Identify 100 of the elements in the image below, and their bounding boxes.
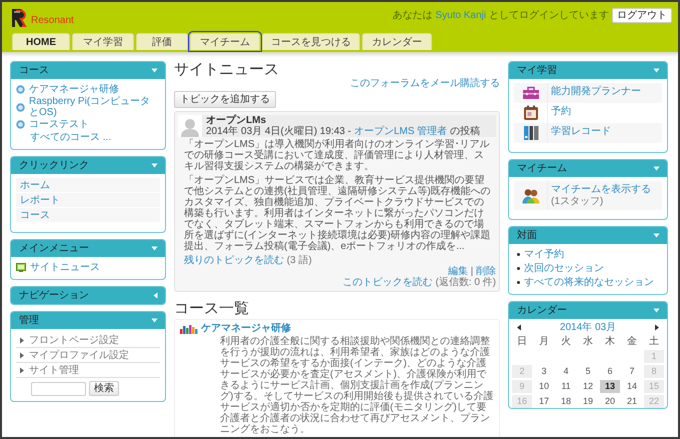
post-text: 「オープンLMS」サービスでは企業、教育サービス提供機関の要望で他システムとの連携(社員管理、遠隔研修システム等)既存機能へのカスタマイズ、独自機能追加、プライベートクラウドサービスでの構築も行います。利用者はインターネットに繋がったパソコンだけでなく、タブレット端末、スマートフォンからも利用できるので場所を選ばずに(インターネット接続環境は必要)研修内容の理解や課題提出、フォーラム投稿(電子会議)、eポートフォリオの作成を... <box>184 175 492 252</box>
calendar-day[interactable]: 12 <box>578 380 598 393</box>
all-courses-link[interactable]: すべてのコース ... <box>30 132 112 143</box>
expand-icon[interactable] <box>153 292 158 299</box>
course-description: 利用者の介護全般に関する相談援助や関係機関との連絡調整を行うが援助の流れは、利用希望者、家族はどのような介護サービスの希望をするか面接(インテーク)、どのような介護サービスが必要かを査定(アセスメント)、介護保険が利用できるようにサービス計画、個別支援計画を作成(プランニング)する。そしてサービスの利用開始後も提供されている介護サービスが適切か否かを定期的に評価(モニタリング)して要介護者と介護者の状況に合わせて再びアセスメント、プランニングをおこなう。 <box>220 336 494 435</box>
calendar-icon <box>522 105 538 121</box>
admin-menu-item[interactable]: フロントページ設定 <box>29 334 119 346</box>
calendar-day[interactable]: 6 <box>600 365 620 378</box>
calendar-day[interactable]: 13 <box>600 380 620 393</box>
next-month-icon[interactable] <box>654 324 660 331</box>
login-text: あなたは <box>392 10 432 21</box>
avatar-icon <box>180 117 200 137</box>
post-text: 「オープンLMS」は導入機関が利用者向けのオンライン学習･リアルでの研修コース受講において達成度、評価管理により人材管理、スキル習得支援システムの構築ができます。 <box>184 139 491 172</box>
weekday-label: 土 <box>648 336 660 348</box>
collapse-icon[interactable] <box>151 318 158 323</box>
calendar-day[interactable]: 4 <box>556 365 576 378</box>
bullet-icon <box>517 253 520 256</box>
subscribe-link[interactable]: このフォーラムをメール購読する <box>350 78 500 89</box>
block-title: コース <box>19 65 49 76</box>
nav-tab[interactable]: 評価 <box>136 33 188 50</box>
block-title: カレンダー <box>517 305 567 316</box>
quick-link[interactable]: コース <box>16 208 160 223</box>
calendar-day[interactable]: 22 <box>644 395 664 408</box>
calendar-day[interactable]: 11 <box>556 380 576 393</box>
session-link[interactable]: マイ予約 <box>524 249 564 260</box>
block-title: 管理 <box>19 315 39 326</box>
nav-tab[interactable]: マイ学習 <box>72 33 134 50</box>
course-link[interactable]: コーステスト <box>29 119 89 130</box>
bullet-icon <box>517 267 520 270</box>
team-link[interactable]: マイチームを表示する <box>551 184 659 195</box>
previous-month-icon[interactable] <box>516 324 522 331</box>
nav-tab[interactable]: HOME <box>12 33 70 50</box>
calendar-day[interactable]: 8 <box>644 365 664 378</box>
calendar-day[interactable]: 5 <box>578 365 598 378</box>
calendar-day[interactable]: 3 <box>534 365 554 378</box>
search-field[interactable] <box>31 382 86 396</box>
calendar-day[interactable]: 10 <box>534 380 554 393</box>
admin-menu-item[interactable]: サイト管理 <box>29 364 79 376</box>
add-topic-button[interactable]: トピックを追加する <box>174 91 276 108</box>
block-title: 対面 <box>517 230 537 241</box>
collapse-icon[interactable] <box>653 166 660 171</box>
course-icon <box>16 102 25 112</box>
word-count: (3 語) <box>286 255 312 266</box>
weekday-label: 水 <box>582 336 594 348</box>
bullet-icon <box>517 281 520 284</box>
calendar-day[interactable]: 16 <box>512 395 532 408</box>
people-icon <box>522 188 540 204</box>
weekday-label: 月 <box>538 336 550 348</box>
course-link[interactable]: ケアマネージャ研修 <box>29 84 119 95</box>
calendar-day[interactable]: 15 <box>644 380 664 393</box>
session-link[interactable]: すべての将来的なセッション <box>524 277 654 288</box>
logout-button[interactable]: ログアウト <box>612 8 672 23</box>
course-name-link[interactable]: ケアマネージャ研修 <box>201 323 291 334</box>
calendar-day[interactable]: 14 <box>622 380 642 393</box>
session-link[interactable]: 次回のセッション <box>524 263 604 274</box>
calendar-day[interactable]: 18 <box>556 395 576 408</box>
read-topic-link[interactable]: このトピックを読む <box>342 277 433 288</box>
weekday-label: 金 <box>626 336 638 348</box>
course-icon <box>16 120 25 129</box>
author-link[interactable]: オープンLMS 管理者 <box>354 126 448 137</box>
course-icon <box>16 85 25 94</box>
calendar-day[interactable]: 17 <box>534 395 554 408</box>
block-title: ナビゲーション <box>19 290 89 301</box>
calendar-day[interactable]: 2 <box>512 365 532 378</box>
weekday-label: 日 <box>516 336 528 348</box>
nav-tab[interactable]: コースを見つける <box>262 33 360 50</box>
post-author: オープンLMs <box>206 115 267 126</box>
calendar-day[interactable]: 21 <box>622 395 642 408</box>
staff-count: (1スタッフ) <box>551 196 604 207</box>
edit-link[interactable]: 編集 <box>448 266 468 277</box>
nav-tab[interactable]: マイチーム <box>190 33 260 50</box>
search-button[interactable]: 検索 <box>89 381 119 396</box>
admin-menu-item[interactable]: マイプロファイル設定 <box>29 350 129 360</box>
quick-link[interactable]: ホーム <box>16 178 160 193</box>
collapse-icon[interactable] <box>653 233 660 238</box>
course-link[interactable]: Raspberry Pi(コンピュータとOS) <box>29 96 160 118</box>
monitor-icon <box>16 263 26 272</box>
calendar-day[interactable]: 1 <box>644 350 664 363</box>
user-link[interactable]: Syuto Kanji <box>435 10 486 21</box>
collapse-icon[interactable] <box>151 246 158 251</box>
collapse-icon[interactable] <box>151 163 158 168</box>
colored-bars-icon <box>180 324 198 334</box>
calendar-day[interactable]: 9 <box>512 380 532 393</box>
toolbox-icon <box>522 86 540 100</box>
learning-link[interactable]: 予約 <box>551 106 571 117</box>
section-heading: コース一覧 <box>174 300 250 317</box>
calendar-day[interactable]: 20 <box>600 395 620 408</box>
logo-icon <box>10 8 28 28</box>
calendar-day[interactable]: 19 <box>578 395 598 408</box>
delete-link[interactable]: 削除 <box>476 266 496 277</box>
quick-link[interactable]: レポート <box>16 193 160 208</box>
login-text: としてログインしています <box>489 10 609 21</box>
collapse-icon[interactable] <box>653 68 660 73</box>
nav-tab[interactable]: カレンダー <box>362 33 432 50</box>
collapse-icon[interactable] <box>653 308 660 313</box>
read-more-link[interactable]: 残りのトピックを読む <box>184 255 284 266</box>
calendar-day[interactable]: 7 <box>622 365 642 378</box>
collapse-icon[interactable] <box>151 68 158 73</box>
menu-link[interactable]: サイトニュース <box>30 262 100 273</box>
block-title: クリックリンク <box>19 160 89 171</box>
